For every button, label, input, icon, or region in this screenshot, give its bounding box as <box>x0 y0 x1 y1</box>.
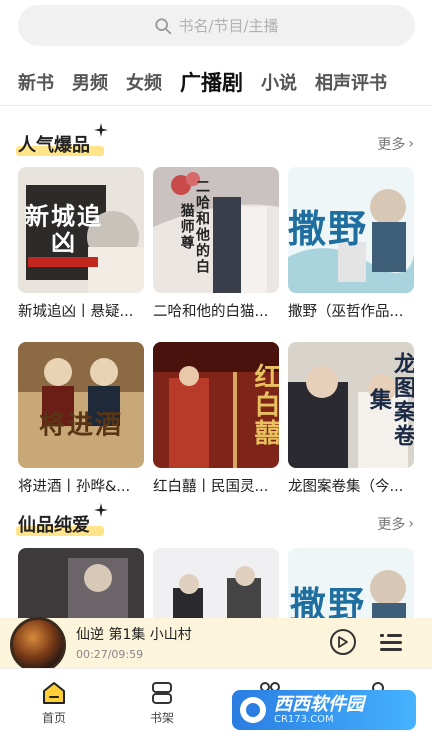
book-card[interactable]: 红白囍 红白囍丨民国灵... <box>153 342 279 496</box>
section-title: 仙品纯爱 <box>18 515 90 536</box>
search-bar[interactable]: 书名/节目/主播 <box>18 5 415 46</box>
cover-title-text: 新城追凶 <box>25 202 103 257</box>
more-link[interactable]: 更多 › <box>377 514 414 534</box>
tab-female[interactable]: 女频 <box>126 69 162 95</box>
watermark-badge: 西西软件园 CR173.COM <box>232 690 416 730</box>
book-title: 新城追凶丨悬疑... <box>18 304 134 320</box>
section-header-xianpin: 仙品纯爱 更多 › <box>16 503 414 538</box>
section-header-popular: 人气爆品 更多 › <box>16 123 414 158</box>
book-card[interactable]: 二哈和他的白猫师尊 二哈和他的白猫... <box>153 167 279 321</box>
book-title: 将进酒丨孙晔&... <box>18 479 131 495</box>
book-title: 二哈和他的白猫... <box>153 304 269 320</box>
tab-male[interactable]: 男频 <box>72 69 108 95</box>
tab-new-books[interactable]: 新书 <box>18 69 54 95</box>
home-icon <box>43 682 65 704</box>
chevron-right-icon: › <box>408 516 414 532</box>
category-tabs: 新书 男频 女频 广播剧 小说 相声评书 <box>18 62 387 102</box>
sparkle-icon <box>94 503 108 517</box>
book-cover: 二哈和他的白猫师尊 <box>153 167 279 293</box>
cover-title-text: 撒野 <box>288 207 369 252</box>
book-cover: 新城追凶 <box>18 167 144 293</box>
book-card[interactable]: 龙图案卷集 龙图案卷集（今... <box>288 342 414 496</box>
book-card[interactable]: 将进酒 将进酒丨孙晔&... <box>18 342 144 496</box>
book-card[interactable]: 新城追凶 新城追凶丨悬疑... <box>18 167 144 321</box>
book-title: 龙图案卷集（今... <box>288 479 404 495</box>
watermark-sub: CR173.COM <box>274 714 334 726</box>
book-cover: 撒野 <box>288 167 414 293</box>
nav-label: 首页 <box>41 711 66 725</box>
sparkle-icon <box>94 123 108 137</box>
book-cover: 将进酒 <box>18 342 144 468</box>
search-icon <box>155 17 172 34</box>
bookshelf-icon <box>152 682 172 704</box>
nav-home[interactable]: 首页 <box>24 681 84 726</box>
more-label: 更多 <box>377 517 406 533</box>
book-title: 撒野（巫哲作品... <box>288 304 404 320</box>
nav-label: 书架 <box>149 711 174 725</box>
search-bar-container[interactable]: 书名/节目/主播 <box>18 5 415 46</box>
playlist-icon[interactable] <box>380 632 402 652</box>
more-label: 更多 <box>377 137 406 153</box>
chevron-right-icon: › <box>408 136 414 152</box>
player-title: 仙逆 第1集 小山村 <box>76 627 192 643</box>
section-title-wrap: 仙品纯爱 <box>16 503 108 537</box>
tab-crosstalk[interactable]: 相声评书 <box>315 69 387 95</box>
section-title: 人气爆品 <box>18 135 90 156</box>
cover-title-text: 将进酒 <box>38 410 123 441</box>
watermark-logo-icon <box>240 697 266 723</box>
book-grid: 新城追凶 新城追凶丨悬疑... 二哈和他的白猫师尊 二哈和他的白猫... 撒野 … <box>18 167 414 321</box>
tab-novel[interactable]: 小说 <box>261 69 297 95</box>
player-cover[interactable] <box>10 617 66 673</box>
tab-radio-drama[interactable]: 广播剧 <box>180 67 243 97</box>
cover-title-text: 龙图案卷集 <box>365 352 414 448</box>
play-icon <box>338 636 348 648</box>
more-link[interactable]: 更多 › <box>377 134 414 154</box>
section-title-wrap: 人气爆品 <box>16 123 108 157</box>
book-grid: 将进酒 将进酒丨孙晔&... 红白囍 红白囍丨民国灵... 龙图案卷集 龙图案卷… <box>18 342 414 496</box>
cover-title-text: 红白囍 <box>250 363 279 447</box>
cover-art <box>18 342 144 468</box>
cover-title-text: 二哈和他的白猫师尊 <box>178 179 210 275</box>
tabs-divider <box>0 105 432 106</box>
watermark-text: 西西软件园 CR173.COM <box>274 693 364 726</box>
book-card[interactable]: 撒野 撒野（巫哲作品... <box>288 167 414 321</box>
search-placeholder: 书名/节目/主播 <box>178 17 279 35</box>
book-cover: 龙图案卷集 <box>288 342 414 468</box>
book-title: 红白囍丨民国灵... <box>153 479 269 495</box>
watermark-title: 西西软件园 <box>274 693 364 715</box>
play-button[interactable] <box>330 629 356 655</box>
player-time: 00:27/09:59 <box>76 648 144 661</box>
book-cover: 红白囍 <box>153 342 279 468</box>
nav-bookshelf[interactable]: 书架 <box>132 681 192 726</box>
